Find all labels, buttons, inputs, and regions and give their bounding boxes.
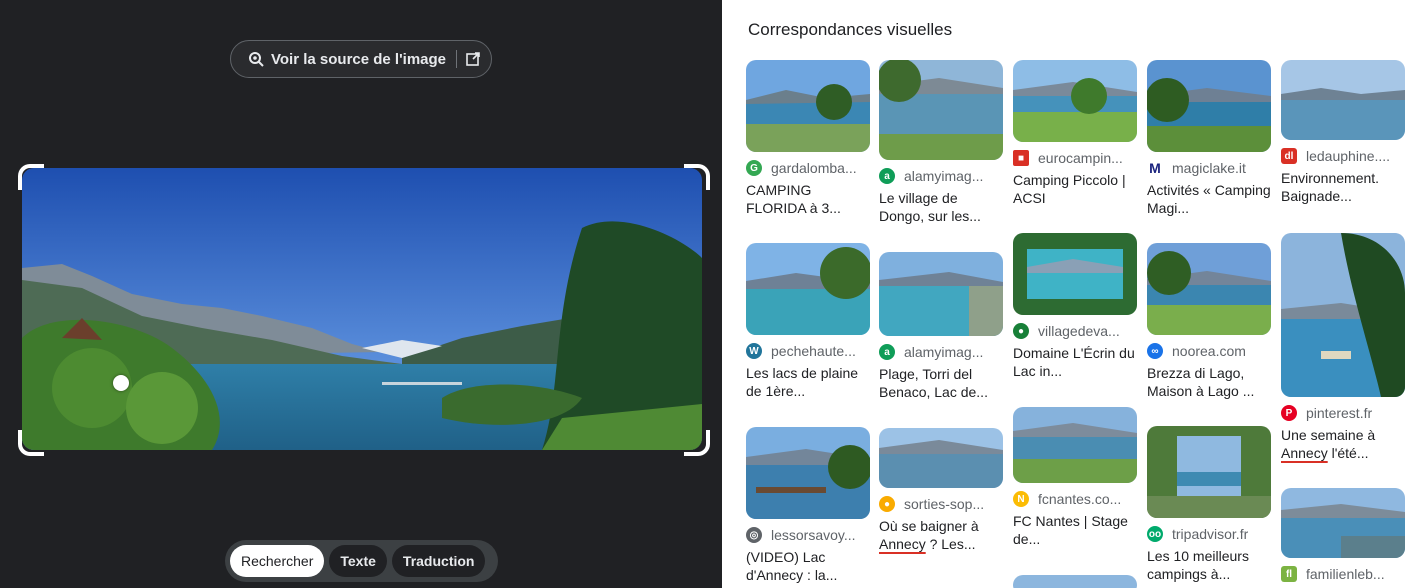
result-thumbnail[interactable] [746, 60, 870, 152]
result-source: alamyimag... [904, 168, 984, 184]
visual-matches-heading: Correspondances visuelles [748, 20, 953, 39]
result-source: villagedeva... [1038, 323, 1120, 339]
open-in-new-icon [466, 52, 480, 66]
tripadvisor-icon: oo [1147, 526, 1163, 542]
lake-photo [22, 168, 702, 450]
result-source: alamyimag... [904, 344, 984, 360]
result-card[interactable]: ■ eurocampin... Camping Piccolo | ACSI [1013, 60, 1137, 207]
result-title[interactable]: Activités « Camping Magi... [1147, 181, 1271, 217]
results-pane: Correspondances visuelles Ggardalomba...… [722, 0, 1413, 588]
result-title[interactable]: Le village de Dongo, sur les... [879, 189, 1003, 225]
result-title[interactable]: CAMPING FLORIDA à 3... [746, 181, 870, 217]
crop-handle-top-left[interactable] [18, 164, 44, 190]
object-hotspot[interactable] [113, 375, 129, 391]
result-card[interactable]: Ppinterest.fr Une semaine à Annecy l'été… [1281, 233, 1405, 462]
result-source: gardalomba... [771, 160, 857, 176]
gardalombarda-icon: G [746, 160, 762, 176]
result-source: magiclake.it [1172, 160, 1246, 176]
mode-translate-button[interactable]: Traduction [391, 545, 486, 577]
result-source: fcnantes.co... [1038, 491, 1122, 507]
result-thumbnail[interactable] [1147, 426, 1271, 518]
result-title[interactable]: Où se baigner à Annecy ? Les... [879, 517, 1003, 553]
result-card[interactable]: dl ledauphine.... Environnement. Baignade… [1281, 60, 1405, 205]
mode-search-button[interactable]: Rechercher [230, 545, 325, 577]
result-thumbnail[interactable] [1013, 60, 1137, 142]
alamy-icon: a [879, 344, 895, 360]
crop-handle-bottom-right[interactable] [684, 430, 710, 456]
crop-handle-top-right[interactable] [684, 164, 710, 190]
result-title[interactable]: Les lacs de plaine de 1ère... [746, 364, 870, 400]
pinterest-icon: P [1281, 405, 1297, 421]
button-divider [456, 50, 458, 68]
result-card[interactable]: ● sorties-sop... Où se baigner à Annecy ?… [879, 428, 1003, 553]
result-title[interactable]: Les 10 meilleurs campings à... [1147, 547, 1271, 583]
wordpress-icon: W [746, 343, 762, 359]
result-source: noorea.com [1172, 343, 1246, 359]
view-image-source-label: Voir la source de l'image [271, 50, 447, 68]
result-source: lessorsavoy... [771, 527, 856, 543]
result-source: tripadvisor.fr [1172, 526, 1249, 542]
result-card[interactable]: Ggardalomba... CAMPING FLORIDA à 3... [746, 60, 870, 217]
result-thumbnail[interactable] [1281, 233, 1405, 397]
result-card[interactable]: Mmagiclake.it Activités « Camping Magi..… [1147, 60, 1271, 217]
result-card[interactable]: a alamyimag... Le village de Dongo, sur l… [879, 60, 1003, 225]
result-card[interactable] [1013, 575, 1137, 588]
result-source: familienleb... [1306, 566, 1385, 582]
result-thumbnail[interactable] [879, 60, 1003, 160]
eurocampings-icon: ■ [1013, 150, 1029, 166]
result-thumbnail[interactable] [1147, 243, 1271, 335]
result-title[interactable]: Domaine L'Écrin du Lac in... [1013, 344, 1137, 380]
result-thumbnail[interactable] [1013, 407, 1137, 483]
fcnantes-icon: N [1013, 491, 1029, 507]
ledauphine-icon: dl [1281, 148, 1297, 164]
result-source: ledauphine.... [1306, 148, 1391, 164]
result-thumbnail[interactable] [879, 428, 1003, 488]
globe-icon: ◎ [746, 527, 762, 543]
image-viewer-pane: Voir la source de l'image Rechercher Tex… [0, 0, 722, 588]
magiclake-icon: M [1147, 160, 1163, 176]
result-title[interactable]: Environnement. Baignade... [1281, 169, 1405, 205]
result-card[interactable]: ∞ noorea.com Brezza di Lago, Maison à Lag… [1147, 243, 1271, 400]
result-title[interactable]: Une semaine à Annecy l'été... [1281, 426, 1405, 462]
result-thumbnail[interactable] [746, 427, 870, 519]
result-source: pinterest.fr [1306, 405, 1373, 421]
result-thumbnail[interactable] [879, 252, 1003, 336]
result-card[interactable]: Wpechehaute... Les lacs de plaine de 1èr… [746, 243, 870, 400]
result-thumbnail[interactable] [1281, 60, 1405, 140]
villagedevacances-icon: ● [1013, 323, 1029, 339]
result-title[interactable]: Plage, Torri del Benaco, Lac de... [879, 365, 1003, 401]
result-thumbnail[interactable] [1281, 488, 1405, 558]
result-card[interactable]: ◎ lessorsavoy... (VIDEO) Lac d'Annecy : l… [746, 427, 870, 584]
result-card[interactable]: ● villagedeva... Domaine L'Écrin du Lac i… [1013, 233, 1137, 380]
result-title[interactable]: FC Nantes | Stage de... [1013, 512, 1137, 548]
crop-handle-bottom-left[interactable] [18, 430, 44, 456]
result-thumbnail[interactable] [746, 243, 870, 335]
result-thumbnail[interactable] [1013, 233, 1137, 315]
result-card[interactable]: oo tripadvisor.fr Les 10 meilleurs campin… [1147, 426, 1271, 583]
result-thumbnail[interactable] [1147, 60, 1271, 152]
familienleben-icon: fl [1281, 566, 1297, 582]
alamy-icon: a [879, 168, 895, 184]
noorea-icon: ∞ [1147, 343, 1163, 359]
result-title[interactable]: (VIDEO) Lac d'Annecy : la... [746, 548, 870, 584]
lens-icon [249, 52, 264, 67]
result-thumbnail[interactable] [1013, 575, 1137, 588]
mode-switcher: Rechercher Texte Traduction [225, 540, 498, 582]
result-card[interactable]: fl familienleb... [1281, 488, 1405, 583]
selected-image[interactable] [22, 168, 702, 450]
result-source: sorties-sop... [904, 496, 985, 512]
result-title[interactable]: Brezza di Lago, Maison à Lago ... [1147, 364, 1271, 400]
result-title[interactable]: Camping Piccolo | ACSI [1013, 171, 1137, 207]
sorties-icon: ● [879, 496, 895, 512]
result-source: pechehaute... [771, 343, 856, 359]
view-image-source-button[interactable]: Voir la source de l'image [230, 40, 492, 78]
result-source: eurocampin... [1038, 150, 1123, 166]
result-card[interactable]: a alamyimag... Plage, Torri del Benaco, L… [879, 252, 1003, 401]
mode-text-button[interactable]: Texte [329, 545, 387, 577]
result-card[interactable]: Nfcnantes.co... FC Nantes | Stage de... [1013, 407, 1137, 548]
